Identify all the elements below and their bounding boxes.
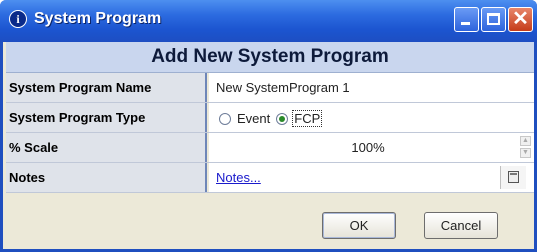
program-name-label: System Program Name: [6, 73, 207, 102]
title-bar[interactable]: i System Program ✕: [0, 0, 537, 42]
scale-spinner[interactable]: ▲ ▼: [520, 136, 531, 158]
notes-link[interactable]: Notes...: [216, 163, 261, 192]
system-program-window: i System Program ✕ Add New System Progra…: [0, 0, 537, 252]
minimize-icon: [461, 22, 470, 25]
event-radio[interactable]: [219, 112, 231, 125]
row-program-type: System Program Type Event FCP: [6, 103, 534, 133]
spin-down-icon[interactable]: ▼: [520, 148, 531, 158]
row-program-name: System Program Name New SystemProgram 1: [6, 73, 534, 103]
maximize-icon: [487, 13, 500, 25]
row-notes: Notes Notes...: [6, 163, 534, 193]
scale-label: % Scale: [6, 133, 207, 162]
close-button[interactable]: ✕: [508, 7, 533, 32]
program-type-radio-group: Event FCP: [219, 103, 328, 133]
minimize-button[interactable]: [454, 7, 479, 32]
cancel-button[interactable]: Cancel: [424, 212, 498, 239]
info-icon: i: [9, 10, 27, 28]
scale-field[interactable]: 100% ▲ ▼: [209, 133, 534, 162]
row-scale: % Scale 100% ▲ ▼: [6, 133, 534, 163]
maximize-button[interactable]: [481, 7, 506, 32]
form-header: Add New System Program: [6, 42, 534, 73]
program-name-value: New SystemProgram 1: [216, 80, 350, 95]
notes-edit-button[interactable]: [500, 166, 526, 189]
fcp-radio-label[interactable]: FCP: [292, 110, 323, 128]
ok-button[interactable]: OK: [322, 212, 396, 239]
spin-up-icon[interactable]: ▲: [520, 136, 531, 146]
program-type-label: System Program Type: [6, 103, 207, 132]
program-type-field: Event FCP: [209, 103, 534, 132]
notepad-icon: [508, 171, 519, 183]
notes-field: Notes...: [209, 163, 534, 192]
property-grid: System Program Name New SystemProgram 1 …: [6, 73, 534, 193]
notes-label: Notes: [6, 163, 207, 192]
close-icon: ✕: [512, 8, 529, 30]
event-radio-label[interactable]: Event: [237, 111, 270, 126]
window-title: System Program: [34, 10, 162, 27]
fcp-radio[interactable]: [276, 112, 289, 125]
scale-value: 100%: [351, 140, 385, 155]
program-name-field[interactable]: New SystemProgram 1: [209, 73, 534, 102]
